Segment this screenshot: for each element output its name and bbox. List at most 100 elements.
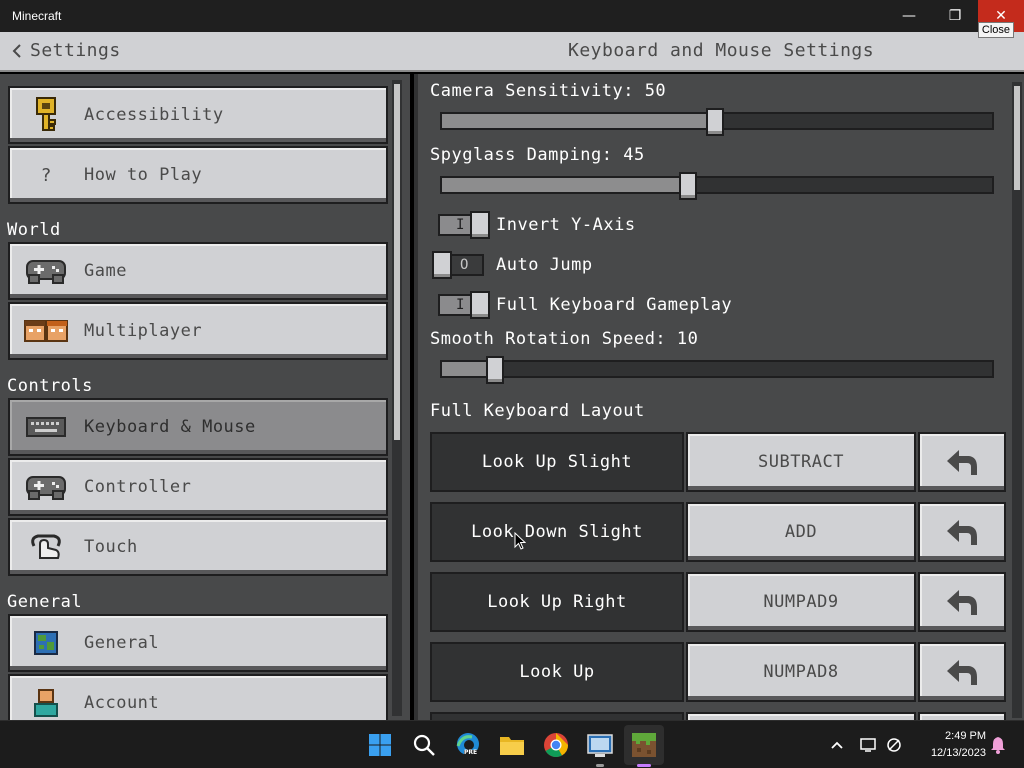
- minecraft-icon[interactable]: [628, 729, 660, 761]
- back-button[interactable]: Settings: [12, 40, 121, 61]
- gamepad-icon: [24, 252, 68, 290]
- smooth-rotation-speed-slider[interactable]: [440, 360, 994, 378]
- taskbar-clock[interactable]: 2:49 PM 12/13/2023: [912, 728, 986, 762]
- spyglass-damping-slider[interactable]: [440, 176, 994, 194]
- toggle-knob: [432, 251, 452, 279]
- sidebar-item-game[interactable]: Game: [8, 242, 388, 300]
- toggle-on-mark: I: [456, 217, 465, 233]
- back-label: Settings: [30, 40, 121, 61]
- close-tooltip: Close: [977, 22, 1014, 38]
- sidebar-item-how-to-play[interactable]: ? How to Play: [8, 146, 388, 204]
- page-title: Keyboard and Mouse Settings: [568, 40, 875, 61]
- invert-y-axis-toggle[interactable]: I: [438, 211, 490, 239]
- account-icon: [24, 684, 68, 720]
- keybind-row-partial: [430, 712, 1006, 720]
- full-keyboard-layout-heading: Full Keyboard Layout: [430, 401, 645, 421]
- window-title: Minecraft: [12, 9, 62, 23]
- invert-y-axis-label: Invert Y-Axis: [496, 215, 636, 235]
- auto-jump-toggle[interactable]: O: [432, 251, 484, 279]
- reset-binding-button[interactable]: [918, 642, 1006, 702]
- globe-icon: [24, 624, 68, 662]
- sidebar-item-account[interactable]: Account: [8, 674, 388, 720]
- toggle-knob: [470, 291, 490, 319]
- windows-start-icon[interactable]: [364, 729, 396, 761]
- full-keyboard-gameplay-toggle[interactable]: I: [438, 291, 490, 319]
- keybind-row: Look Up Slight SUBTRACT: [430, 432, 1006, 494]
- maximize-icon: ❐: [948, 8, 962, 24]
- mouse-cursor-icon: [514, 532, 526, 550]
- sidebar-item-multiplayer[interactable]: Multiplayer: [8, 302, 388, 360]
- sidebar-item-label: Keyboard & Mouse: [84, 417, 256, 437]
- edge-preview-icon[interactable]: PRE: [452, 729, 484, 761]
- search-icon[interactable]: [408, 729, 440, 761]
- sidebar-item-label: Touch: [84, 537, 138, 557]
- smooth-rotation-speed-handle[interactable]: [486, 356, 504, 384]
- sidebar-item-label: Controller: [84, 477, 192, 497]
- keyboard-mouse-settings-panel: Camera Sensitivity: 50 Spyglass Damping:…: [414, 74, 1024, 720]
- sidebar-item-controller[interactable]: Controller: [8, 458, 388, 516]
- camera-sensitivity-label: Camera Sensitivity: 50: [430, 81, 667, 101]
- notification-bell-icon[interactable]: [990, 721, 1006, 768]
- spyglass-damping-handle[interactable]: [678, 172, 697, 200]
- tray-overflow-button[interactable]: [830, 721, 844, 768]
- reset-binding-button[interactable]: [918, 432, 1006, 492]
- keybind-action-label: Look Down Slight: [430, 502, 684, 562]
- vista-app-icon[interactable]: [584, 729, 616, 761]
- sidebar-item-touch[interactable]: Touch: [8, 518, 388, 576]
- chevron-left-icon: [12, 43, 21, 58]
- undo-arrow-icon: [947, 520, 977, 545]
- chrome-icon[interactable]: [540, 729, 572, 761]
- sidebar-item-label: Accessibility: [84, 105, 224, 125]
- sidebar-item-accessibility[interactable]: Accessibility: [8, 86, 388, 144]
- camera-sensitivity-handle[interactable]: [706, 108, 724, 136]
- maximize-button[interactable]: ❐: [932, 0, 978, 32]
- keybind-action-label: Look Up Right: [430, 572, 684, 632]
- sidebar-item-keyboard-mouse[interactable]: Keyboard & Mouse: [8, 398, 388, 456]
- full-keyboard-gameplay-label: Full Keyboard Gameplay: [496, 295, 733, 315]
- section-heading-controls: Controls: [7, 376, 93, 396]
- keybind-action-label: [430, 712, 684, 720]
- slider-fill: [442, 114, 717, 128]
- network-icon[interactable]: [860, 721, 878, 768]
- undo-arrow-icon: [947, 450, 977, 475]
- question-glyph: ?: [40, 164, 52, 186]
- settings-scrollbar-thumb[interactable]: [1014, 86, 1020, 190]
- clock-date: 12/13/2023: [930, 747, 986, 759]
- keybind-row: Look Up NUMPAD8: [430, 642, 1006, 704]
- keybind-action-label: Look Up: [430, 642, 684, 702]
- keybind-key-button[interactable]: ADD: [686, 502, 916, 562]
- sidebar-scrollbar-thumb[interactable]: [394, 84, 400, 440]
- windows-taskbar: PRE 2:49 PM 12/13/2023: [0, 720, 1024, 768]
- toggle-on-mark: I: [456, 297, 465, 313]
- keybind-action-label: Look Up Slight: [430, 432, 684, 492]
- file-explorer-icon[interactable]: [496, 729, 528, 761]
- keybind-key-button[interactable]: NUMPAD8: [686, 642, 916, 702]
- volume-icon[interactable]: [886, 721, 904, 768]
- minimize-button[interactable]: —: [886, 0, 932, 32]
- reset-binding-button[interactable]: [918, 712, 1006, 720]
- keybind-key-button[interactable]: NUMPAD9: [686, 572, 916, 632]
- active-indicator: [637, 764, 651, 767]
- settings-header: Settings Keyboard and Mouse Settings: [0, 32, 1024, 72]
- minimize-icon: —: [902, 8, 916, 24]
- controller-icon: [24, 468, 68, 506]
- sidebar-item-label: Multiplayer: [84, 321, 203, 341]
- question-icon: ?: [24, 156, 68, 194]
- settings-sidebar: Accessibility ? How to Play World Game M…: [0, 74, 410, 720]
- window-titlebar: Minecraft — ❐ ✕: [0, 0, 1024, 32]
- edge-preview-badge: PRE: [464, 749, 478, 756]
- slider-fill: [442, 178, 690, 192]
- section-heading-general: General: [7, 592, 83, 612]
- sidebar-item-general[interactable]: General: [8, 614, 388, 672]
- reset-binding-button[interactable]: [918, 572, 1006, 632]
- spyglass-damping-label: Spyglass Damping: 45: [430, 145, 645, 165]
- smooth-rotation-speed-label: Smooth Rotation Speed: 10: [430, 329, 699, 349]
- keybind-key-button[interactable]: SUBTRACT: [686, 432, 916, 492]
- keybind-key-button[interactable]: [686, 712, 916, 720]
- running-indicator: [596, 764, 604, 767]
- chevron-up-icon: [831, 741, 843, 749]
- touch-icon: [24, 528, 68, 566]
- keyboard-icon: [24, 408, 68, 446]
- sidebar-item-label: General: [84, 633, 160, 653]
- reset-binding-button[interactable]: [918, 502, 1006, 562]
